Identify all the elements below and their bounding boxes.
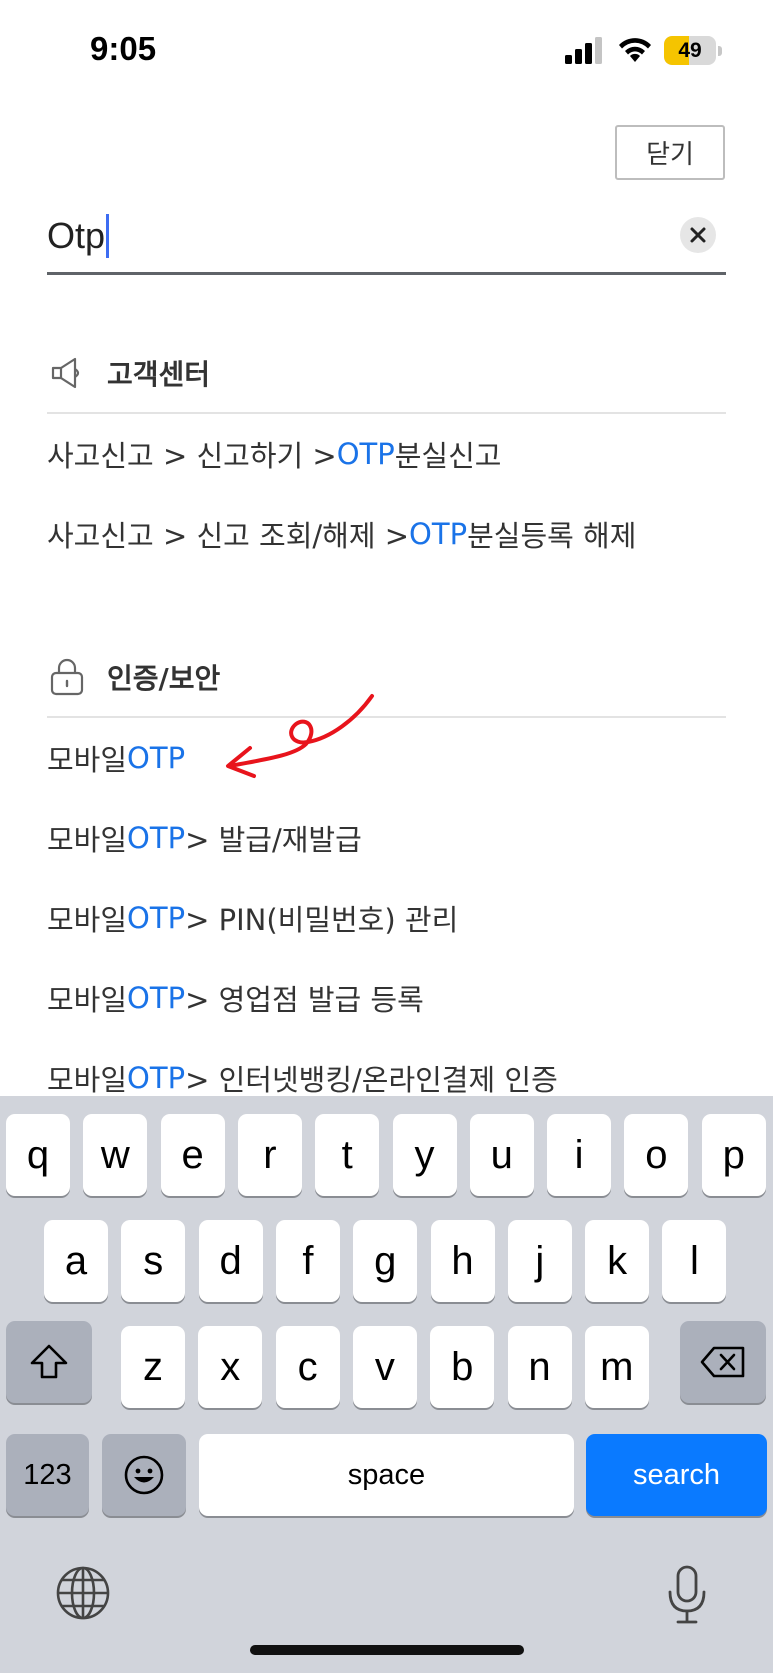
result-highlight: OTP	[127, 1061, 186, 1095]
keyboard: qwertyuiop asdfghjkl zxcvbnm 123 space s…	[0, 1096, 773, 1673]
wifi-icon	[619, 38, 651, 62]
result-item[interactable]: 모바일 OTP > 영업점 발급 등록	[47, 958, 726, 1038]
key-j[interactable]: j	[507, 1220, 572, 1302]
search-key[interactable]: search	[586, 1434, 767, 1516]
close-icon	[690, 227, 706, 243]
key-z[interactable]: z	[121, 1326, 185, 1408]
battery-level: 49	[678, 39, 702, 62]
key-r[interactable]: r	[237, 1114, 302, 1196]
result-item[interactable]: 모바일 OTP	[47, 718, 726, 798]
key-o[interactable]: o	[624, 1114, 689, 1196]
key-l[interactable]: l	[662, 1220, 727, 1302]
result-item[interactable]: 모바일 OTP > 발급/재발급	[47, 798, 726, 878]
result-suffix: 분실등록 해제	[467, 519, 637, 553]
search-bar: Otp	[47, 205, 726, 275]
key-a[interactable]: a	[44, 1220, 108, 1302]
search-input[interactable]: Otp	[47, 209, 110, 263]
key-s[interactable]: s	[121, 1220, 186, 1302]
result-highlight: OTP	[127, 901, 186, 935]
result-path: 모바일	[47, 823, 128, 857]
result-highlight: OTP	[409, 517, 468, 551]
result-path: 사고신고 > 신고 조회/해제 >	[47, 519, 410, 553]
battery-icon: 49	[664, 36, 722, 65]
result-suffix: > 인터넷뱅킹/온라인결제 인증	[185, 1063, 558, 1097]
backspace-key[interactable]	[680, 1321, 766, 1403]
emoji-icon	[124, 1455, 164, 1495]
key-w[interactable]: w	[83, 1114, 148, 1196]
result-suffix: > 영업점 발급 등록	[185, 983, 424, 1017]
status-time: 9:05	[90, 30, 157, 67]
result-item[interactable]: 사고신고 > 신고 조회/해제 > OTP 분실등록 해제	[47, 494, 726, 574]
key-n[interactable]: n	[507, 1326, 572, 1408]
result-suffix: > 발급/재발급	[185, 823, 362, 857]
result-path: 모바일	[47, 903, 128, 937]
section-header: 고객센터	[47, 334, 726, 414]
key-g[interactable]: g	[353, 1220, 418, 1302]
emoji-key[interactable]	[102, 1434, 186, 1516]
key-f[interactable]: f	[275, 1220, 340, 1302]
backspace-icon	[700, 1346, 745, 1378]
key-q[interactable]: q	[6, 1114, 70, 1196]
microphone-icon[interactable]	[664, 1564, 710, 1626]
close-button[interactable]: 닫기	[615, 125, 725, 180]
key-v[interactable]: v	[352, 1326, 417, 1408]
numbers-key[interactable]: 123	[6, 1434, 89, 1516]
globe-icon[interactable]	[54, 1564, 112, 1622]
key-u[interactable]: u	[469, 1114, 534, 1196]
shift-key[interactable]	[6, 1321, 92, 1403]
section-title: 인증/보안	[107, 662, 221, 695]
result-highlight: OTP	[127, 741, 186, 775]
megaphone-icon	[47, 353, 87, 393]
result-highlight: OTP	[127, 821, 186, 855]
section-auth-security: 인증/보안 모바일 OTP 모바일 OTP > 발급/재발급 모바일 OTP >…	[47, 638, 726, 1118]
key-m[interactable]: m	[584, 1326, 649, 1408]
key-b[interactable]: b	[430, 1326, 495, 1408]
section-customer-center: 고객센터 사고신고 > 신고하기 > OTP 분실신고 사고신고 > 신고 조회…	[47, 334, 726, 574]
result-highlight: OTP	[127, 981, 186, 1015]
key-d[interactable]: d	[198, 1220, 263, 1302]
key-t[interactable]: t	[315, 1114, 380, 1196]
space-key[interactable]: space	[199, 1434, 574, 1516]
clear-search-button[interactable]	[680, 217, 716, 253]
cellular-signal-icon	[565, 37, 602, 64]
key-e[interactable]: e	[160, 1114, 225, 1196]
section-title: 고객센터	[107, 358, 211, 391]
result-suffix: > PIN(비밀번호) 관리	[185, 903, 459, 937]
key-h[interactable]: h	[430, 1220, 495, 1302]
key-c[interactable]: c	[275, 1326, 340, 1408]
result-path: 모바일	[47, 983, 128, 1017]
lock-icon	[47, 657, 87, 697]
annotation-arrow-icon	[226, 694, 374, 778]
key-x[interactable]: x	[198, 1326, 263, 1408]
key-p[interactable]: p	[701, 1114, 766, 1196]
home-indicator	[250, 1645, 524, 1655]
result-path: 모바일	[47, 743, 128, 777]
shift-icon	[30, 1344, 68, 1379]
result-highlight: OTP	[336, 437, 395, 471]
result-path: 사고신고 > 신고하기 >	[47, 439, 337, 473]
section-header: 인증/보안	[47, 638, 726, 718]
result-path: 모바일	[47, 1063, 128, 1097]
key-k[interactable]: k	[585, 1220, 650, 1302]
text-cursor	[106, 214, 110, 258]
result-suffix: 분실신고	[394, 439, 502, 473]
status-bar: 9:05 49	[0, 0, 773, 104]
key-y[interactable]: y	[392, 1114, 457, 1196]
result-item[interactable]: 모바일 OTP > PIN(비밀번호) 관리	[47, 878, 726, 958]
search-query: Otp	[47, 215, 106, 256]
result-item[interactable]: 사고신고 > 신고하기 > OTP 분실신고	[47, 414, 726, 494]
key-i[interactable]: i	[547, 1114, 612, 1196]
